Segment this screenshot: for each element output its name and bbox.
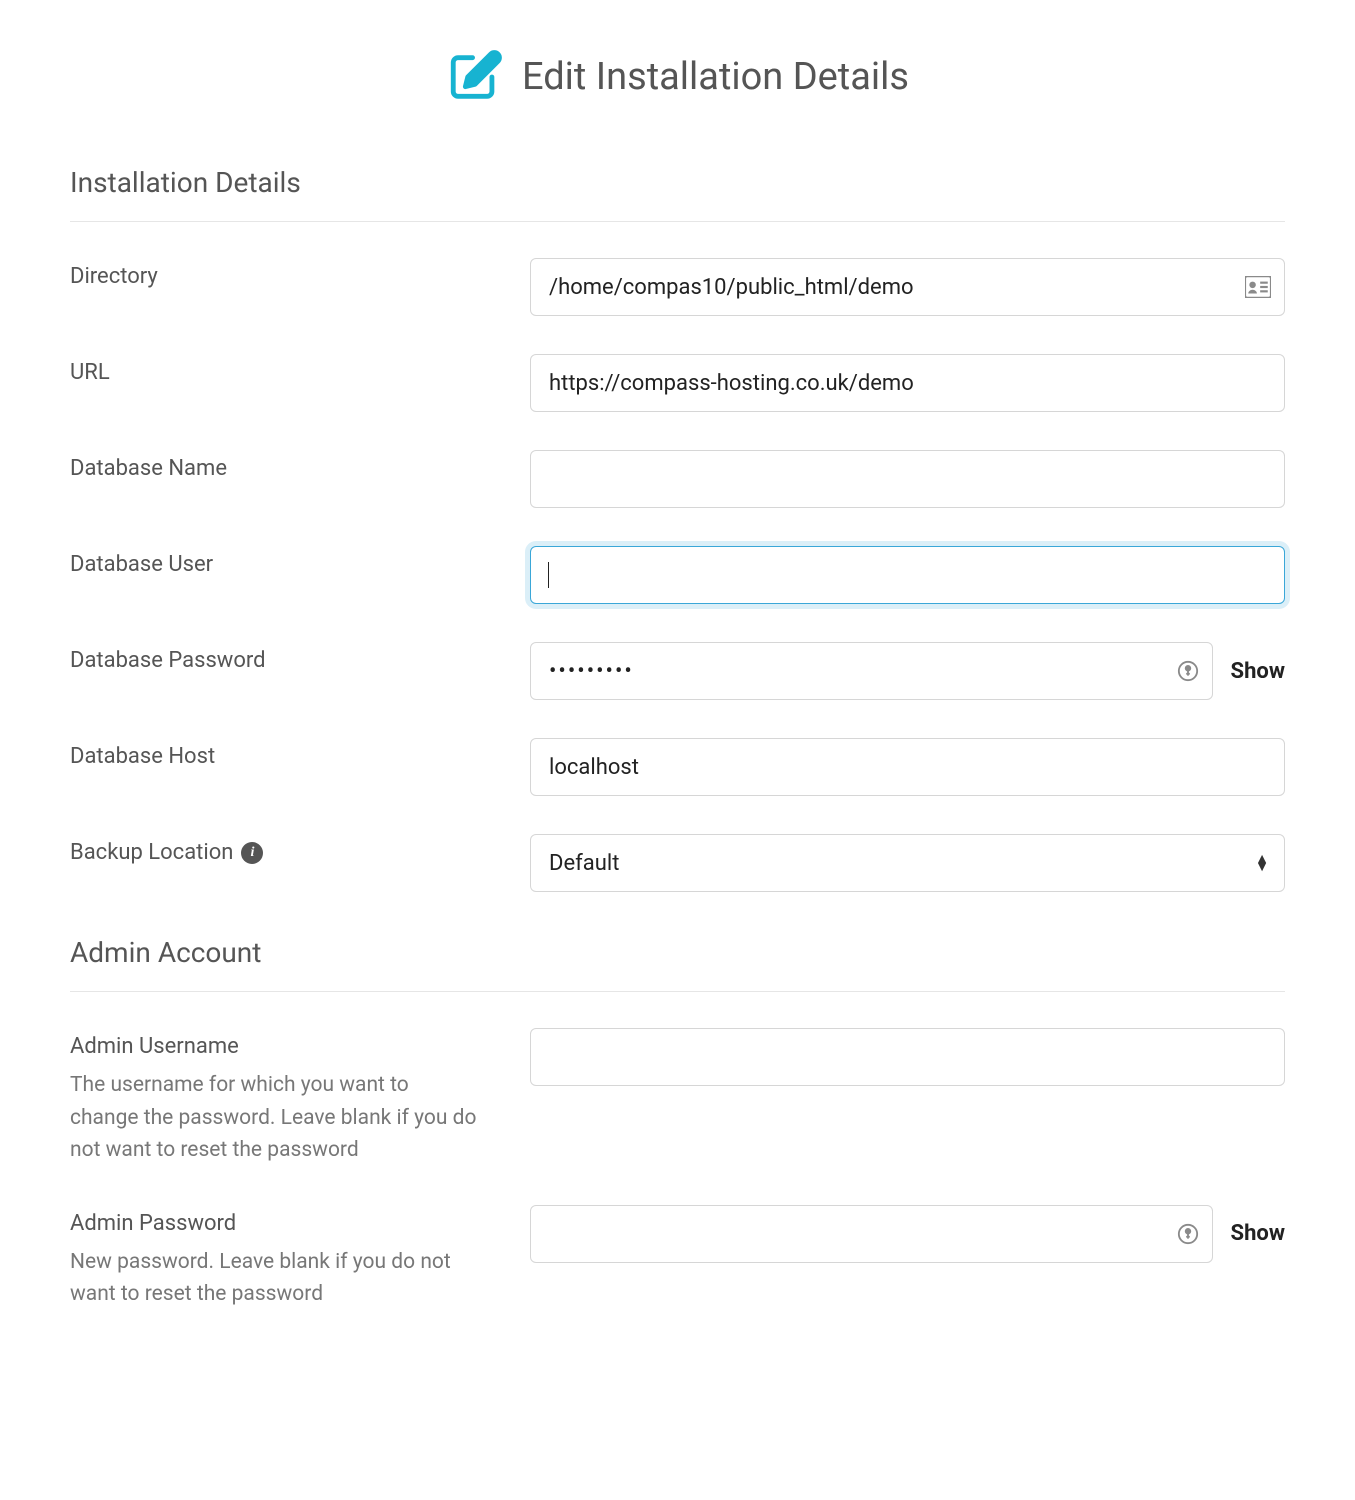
row-admin-username: Admin Username The username for which yo…	[70, 1028, 1285, 1167]
input-dbhost[interactable]	[530, 738, 1285, 796]
help-admin-username: The username for which you want to chang…	[70, 1069, 480, 1167]
info-icon[interactable]: i	[241, 842, 263, 864]
key-icon	[1177, 1223, 1199, 1245]
label-dbpass: Database Password	[70, 648, 500, 673]
row-dbuser: Database User	[70, 546, 1285, 604]
show-admin-pass-toggle[interactable]: Show	[1231, 1221, 1285, 1246]
text-cursor	[548, 562, 549, 588]
label-dbname: Database Name	[70, 456, 500, 481]
input-admin-username[interactable]	[530, 1028, 1285, 1086]
row-admin-password: Admin Password New password. Leave blank…	[70, 1205, 1285, 1311]
input-url[interactable]	[530, 354, 1285, 412]
label-backup-text: Backup Location	[70, 840, 233, 865]
row-dbname: Database Name	[70, 450, 1285, 508]
row-directory: Directory	[70, 258, 1285, 316]
row-backup: Backup Location i Default ▲▼	[70, 834, 1285, 892]
label-backup: Backup Location i	[70, 840, 500, 865]
row-dbhost: Database Host	[70, 738, 1285, 796]
input-admin-password[interactable]	[530, 1205, 1213, 1263]
key-icon	[1177, 660, 1199, 682]
label-url: URL	[70, 360, 500, 385]
row-dbpass: Database Password Show	[70, 642, 1285, 700]
help-admin-password: New password. Leave blank if you do not …	[70, 1246, 480, 1311]
label-directory: Directory	[70, 264, 500, 289]
section-heading-admin: Admin Account	[70, 936, 1285, 992]
label-admin-password: Admin Password	[70, 1211, 500, 1236]
edit-icon	[446, 48, 504, 106]
page-title-row: Edit Installation Details	[70, 48, 1285, 106]
label-dbuser: Database User	[70, 552, 500, 577]
page-title: Edit Installation Details	[522, 55, 909, 99]
input-directory[interactable]	[530, 258, 1285, 316]
section-heading-installation: Installation Details	[70, 166, 1285, 222]
label-admin-username: Admin Username	[70, 1034, 500, 1059]
input-dbuser[interactable]	[530, 546, 1285, 604]
input-dbpass[interactable]	[530, 642, 1213, 700]
show-dbpass-toggle[interactable]: Show	[1231, 659, 1285, 684]
input-dbname[interactable]	[530, 450, 1285, 508]
label-dbhost: Database Host	[70, 744, 500, 769]
row-url: URL	[70, 354, 1285, 412]
contact-card-icon	[1245, 276, 1271, 298]
select-backup-location[interactable]: Default	[530, 834, 1285, 892]
